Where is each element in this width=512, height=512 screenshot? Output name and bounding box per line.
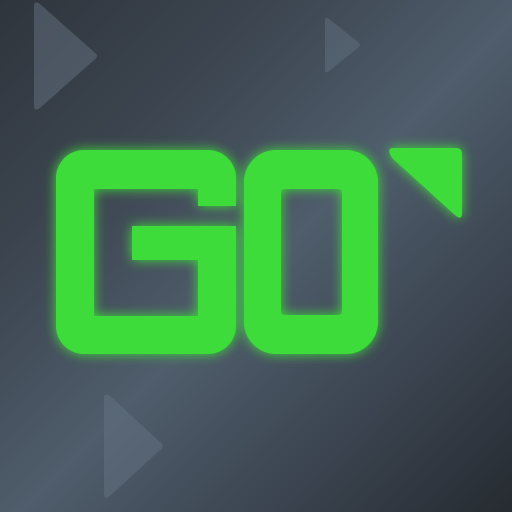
- corner-tick-icon: [389, 148, 462, 218]
- letter-g: [56, 150, 236, 354]
- logo-wordmark: [56, 148, 462, 354]
- letter-o: [244, 150, 378, 354]
- app-icon[interactable]: [0, 0, 512, 512]
